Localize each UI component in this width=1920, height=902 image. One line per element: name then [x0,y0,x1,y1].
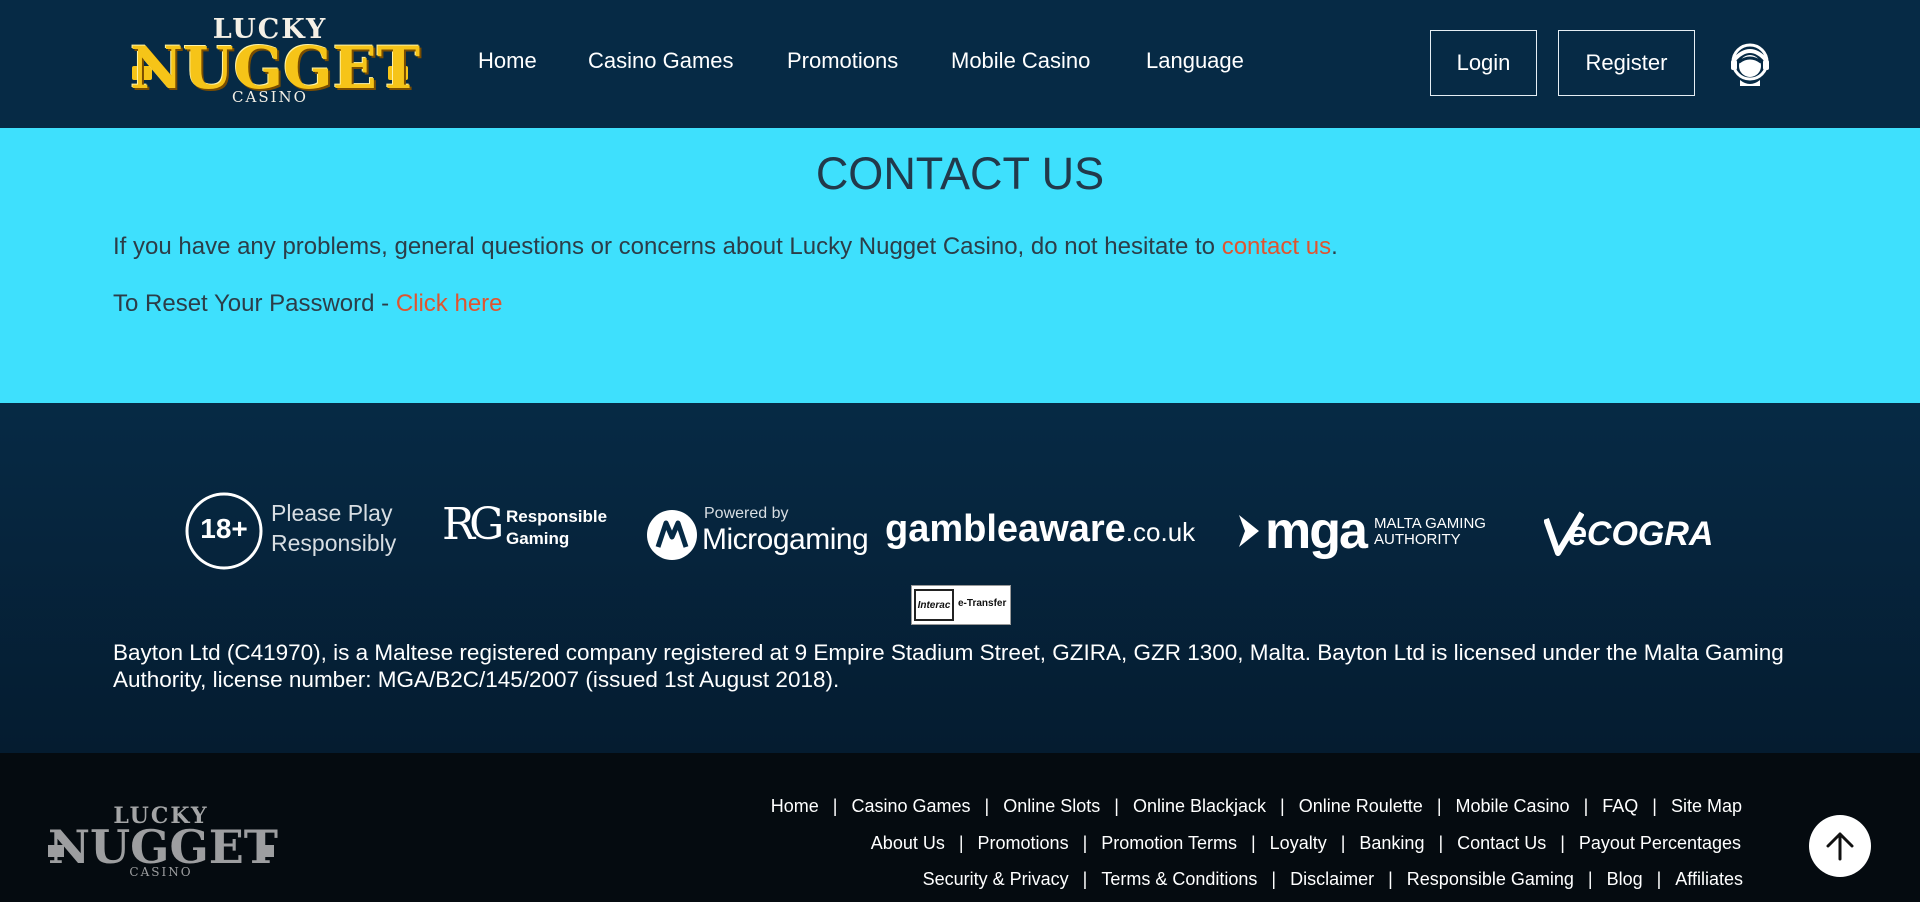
footer-separator: | [1583,796,1589,816]
please-play-text: Please Play [271,500,393,526]
legal-text: Bayton Ltd (C41970), is a Maltese regist… [113,640,1784,692]
footer-link-online-slots[interactable]: Online Slots [1003,796,1100,817]
responsible-gaming-badge[interactable]: RG Responsible Gaming [442,499,612,559]
rg-line-2: Gaming [506,529,570,548]
footer-separator: | [1114,796,1119,816]
age-18-text: 18+ [200,513,248,544]
interac-mark: Interac [914,589,954,621]
footer-link-about-us[interactable]: About Us [871,833,945,854]
footer-link-online-roulette[interactable]: Online Roulette [1299,796,1423,817]
footer-link-promotion-terms[interactable]: Promotion Terms [1101,833,1237,854]
footer-logo[interactable]: LUCKY NUGGET CASINO [48,803,278,883]
footer-link-blog[interactable]: Blog [1607,869,1643,890]
please-play-responsibly-badge[interactable]: 18+ Please Play Responsibly [184,491,410,571]
footer-separator: | [1082,869,1088,889]
mga-line-2: AUTHORITY [1374,531,1461,548]
gambleaware-badge[interactable]: gambleaware.co.uk [885,508,1210,558]
footer-separator: | [1250,833,1256,853]
mga-mark: mga [1265,502,1368,560]
contact-section: CONTACT US If you have any problems, gen… [0,128,1920,403]
footer-separator: | [832,796,838,816]
rg-mark: RG [442,499,504,550]
responsibly-text: Responsibly [271,530,397,556]
mga-line-1: MALTA GAMING [1374,515,1486,532]
footer-separator: | [1438,833,1444,853]
footer-separator: | [958,833,964,853]
nav-mobile-casino[interactable]: Mobile Casino [951,48,1090,74]
reset-password-link[interactable]: Click here [396,290,503,317]
microgaming-name: Microgaming [702,523,869,556]
arrow-up-icon [1826,832,1854,861]
mga-badge[interactable]: mga MALTA GAMING AUTHORITY [1237,501,1497,565]
contact-line-1: If you have any problems, general questi… [113,233,1338,261]
footer-separator: | [1280,796,1285,816]
footer-link-faq[interactable]: FAQ [1602,796,1638,817]
contact-title: CONTACT US [815,148,1105,199]
footer-separator: | [1082,833,1088,853]
ecogra-badge[interactable]: eCOGRA [1544,505,1724,561]
footer-link-disclaimer[interactable]: Disclaimer [1290,869,1374,890]
contact-line-1-text: If you have any problems, general questi… [113,233,1222,260]
gambleaware-tld: .co.uk [1125,517,1196,547]
footer-separator: | [1652,796,1657,816]
gambleaware-bold: gamble [885,508,1019,550]
footer-link-banking[interactable]: Banking [1359,833,1424,854]
badges-section: 18+ Please Play Responsibly RG Responsib… [0,403,1920,753]
footer-links-row-2: About Us | Promotions | Promotion Terms | L… [871,833,1741,854]
microgaming-icon [647,510,697,560]
microgaming-powered: Powered by [704,505,789,522]
nav-language[interactable]: Language [1146,48,1244,74]
logo-bottom-text: CASINO [232,88,308,106]
reset-password-text: To Reset Your Password - [113,290,396,317]
footer-separator: | [1560,833,1565,853]
mga-chevron-icon [1239,515,1259,547]
contact-line-1-end: . [1331,233,1338,260]
footer-separator: | [984,796,990,816]
headset-support-icon[interactable] [1726,40,1774,88]
footer-link-mobile-casino[interactable]: Mobile Casino [1456,796,1570,817]
footer-link-security-privacy[interactable]: Security & Privacy [923,869,1069,890]
gambleaware-light: aware [1018,508,1126,550]
footer-link-contact-us[interactable]: Contact Us [1457,833,1546,854]
footer-link-payout-percentages[interactable]: Payout Percentages [1579,833,1741,854]
contact-us-link[interactable]: contact us [1222,233,1331,260]
site-header: LUCKY NUGGET CASINO Home Casino Games Pr… [0,0,1920,128]
ecogra-text: eCOGRA [1568,515,1714,553]
nav-casino-games[interactable]: Casino Games [588,48,734,74]
footer-link-online-blackjack[interactable]: Online Blackjack [1133,796,1266,817]
lucky-nugget-logo[interactable]: LUCKY NUGGET CASINO [130,14,420,110]
footer-logo-bottom-text: CASINO [129,865,193,879]
contact-line-2: To Reset Your Password - Click here [113,290,503,318]
interac-etransfer-badge[interactable]: Interac e-Transfer [911,585,1011,625]
footer-link-casino-games[interactable]: Casino Games [851,796,970,817]
footer-link-responsible-gaming[interactable]: Responsible Gaming [1407,869,1574,890]
register-button[interactable]: Register [1558,30,1695,96]
footer-link-home[interactable]: Home [771,796,819,817]
footer-separator: | [1271,869,1277,889]
login-button[interactable]: Login [1430,30,1537,96]
footer-separator: | [1587,869,1593,889]
nav-home[interactable]: Home [478,48,537,74]
footer-link-terms-conditions[interactable]: Terms & Conditions [1101,869,1257,890]
footer-links-row-3: Security & Privacy | Terms & Conditions | … [923,869,1743,890]
footer-separator: | [1340,833,1346,853]
footer-link-promotions[interactable]: Promotions [978,833,1069,854]
microgaming-badge[interactable]: Powered by Microgaming [646,503,869,563]
footer-links-row-1: Home | Casino Games | Online Slots | Online… [771,796,1742,817]
scroll-to-top-button[interactable] [1809,815,1871,877]
site-footer: LUCKY NUGGET CASINO Home | Casino Games | … [0,753,1920,902]
footer-link-loyalty[interactable]: Loyalty [1270,833,1327,854]
footer-separator: | [1388,869,1393,889]
nav-promotions[interactable]: Promotions [787,48,898,74]
footer-link-affiliates[interactable]: Affiliates [1675,869,1743,890]
rg-line-1: Responsible [506,507,608,526]
footer-separator: | [1436,796,1442,816]
footer-link-site-map[interactable]: Site Map [1671,796,1742,817]
footer-separator: | [1656,869,1662,889]
interac-etransfer-text: e-Transfer [958,598,1007,609]
